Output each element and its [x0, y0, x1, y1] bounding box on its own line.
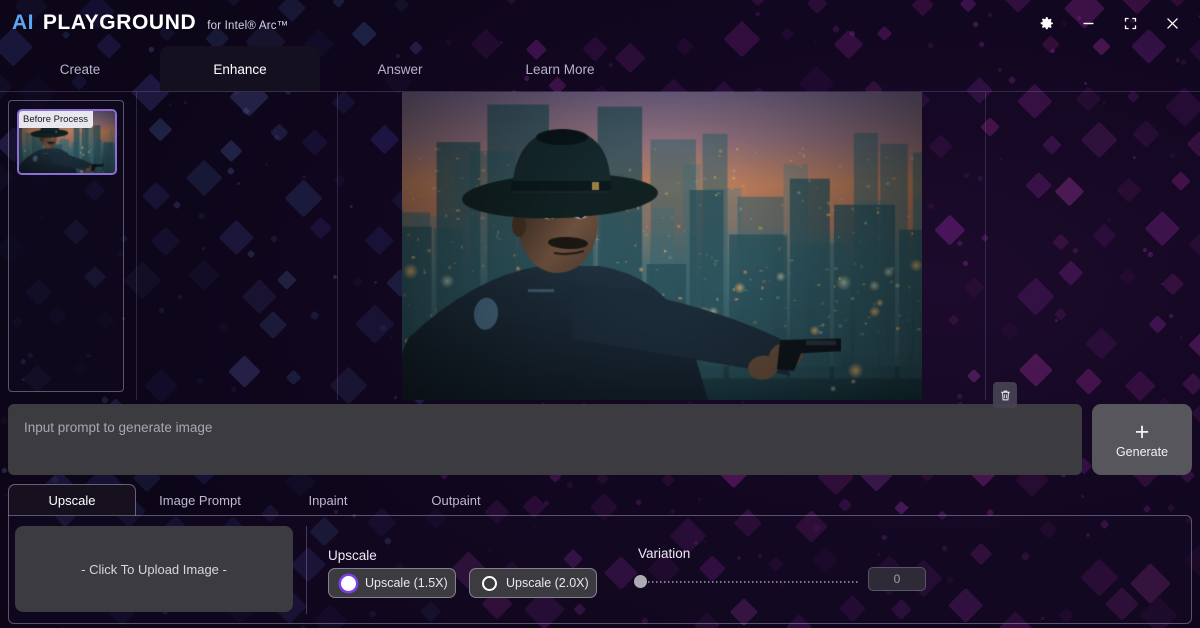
generate-button[interactable]: + Generate	[1092, 404, 1192, 475]
tools-panel-body: - Click To Upload Image -	[8, 515, 1192, 624]
upscale-group-label: Upscale	[328, 548, 377, 563]
tab-bar-underline	[0, 91, 1200, 92]
logo-ai-text: AI	[12, 11, 34, 34]
maximize-icon[interactable]	[1120, 13, 1140, 33]
upload-label: - Click To Upload Image -	[81, 561, 227, 577]
stage-divider-mid	[337, 92, 338, 400]
logo-playground-text: PLAYGROUND	[42, 11, 197, 34]
generate-label: Generate	[1115, 444, 1169, 459]
prompt-placeholder: Input prompt to generate image	[24, 420, 213, 435]
radio-indicator	[482, 575, 497, 591]
tools-panel: Upscale Image Prompt Inpaint Outpaint - Cli…	[0, 480, 1200, 628]
thumbnail-label: Before Process	[19, 111, 93, 128]
tab-label: Answer	[377, 61, 423, 77]
tab-label: Enhance	[213, 61, 267, 77]
tool-tab-label: Outpaint	[431, 492, 481, 508]
tab-learn-more[interactable]: Learn More	[480, 46, 640, 92]
tool-tab-label: Upscale	[48, 493, 96, 508]
tab-label: Learn More	[525, 61, 595, 77]
stage-divider-left	[136, 92, 137, 400]
radio-indicator	[341, 575, 356, 591]
main-tab-bar: Create Enhance Answer Learn More	[0, 46, 1200, 92]
preview-image	[402, 92, 922, 400]
tool-tab-label: Image Prompt	[159, 492, 241, 508]
tab-label: Create	[59, 61, 101, 77]
plus-icon: +	[1134, 417, 1150, 446]
preview-image-container[interactable]	[402, 92, 922, 400]
stage-divider-right	[985, 92, 986, 400]
tab-create[interactable]: Create	[0, 46, 160, 92]
tool-tab-label: Inpaint	[308, 492, 348, 508]
app-window: AI PLAYGROUND for Intel® Arc™ Create Enh…	[0, 0, 1200, 628]
tool-tab-inpaint[interactable]: Inpaint	[264, 484, 392, 516]
window-controls	[1036, 13, 1186, 33]
tool-tab-image-prompt[interactable]: Image Prompt	[136, 484, 264, 516]
trash-icon[interactable]	[993, 382, 1017, 408]
thumbnail-item[interactable]: Before Process	[17, 109, 117, 175]
logo-subtitle: for Intel® Arc™	[207, 20, 289, 32]
variation-group-label: Variation	[638, 546, 691, 561]
tab-enhance[interactable]: Enhance	[160, 46, 320, 92]
upscale-option-1-5x[interactable]: Upscale (1.5X)	[328, 568, 456, 598]
thumbnail-filmstrip: Before Process	[8, 100, 124, 392]
tools-tab-bar: Upscale Image Prompt Inpaint Outpaint	[8, 484, 520, 516]
tab-answer[interactable]: Answer	[320, 46, 480, 92]
title-bar: AI PLAYGROUND for Intel® Arc™	[0, 0, 1200, 46]
upscale-option-2-0x-label: Upscale (2.0X)	[506, 576, 589, 590]
minimize-icon[interactable]	[1078, 13, 1098, 33]
tool-tab-outpaint[interactable]: Outpaint	[392, 484, 520, 516]
gear-icon[interactable]	[1036, 13, 1056, 33]
prompt-input[interactable]: Input prompt to generate image	[8, 404, 1082, 475]
close-icon[interactable]	[1162, 13, 1182, 33]
app-logo: AI PLAYGROUND for Intel® Arc™	[12, 11, 288, 35]
upscale-option-2-0x[interactable]: Upscale (2.0X)	[469, 568, 597, 598]
image-stage: Before Process	[0, 92, 1200, 400]
tools-panel-divider	[306, 526, 307, 614]
tool-tab-upscale[interactable]: Upscale	[8, 484, 136, 516]
upload-image-dropzone[interactable]: - Click To Upload Image -	[15, 526, 293, 612]
prompt-row: Input prompt to generate image + Generat…	[0, 400, 1200, 480]
upscale-option-1-5x-label: Upscale (1.5X)	[365, 576, 448, 590]
